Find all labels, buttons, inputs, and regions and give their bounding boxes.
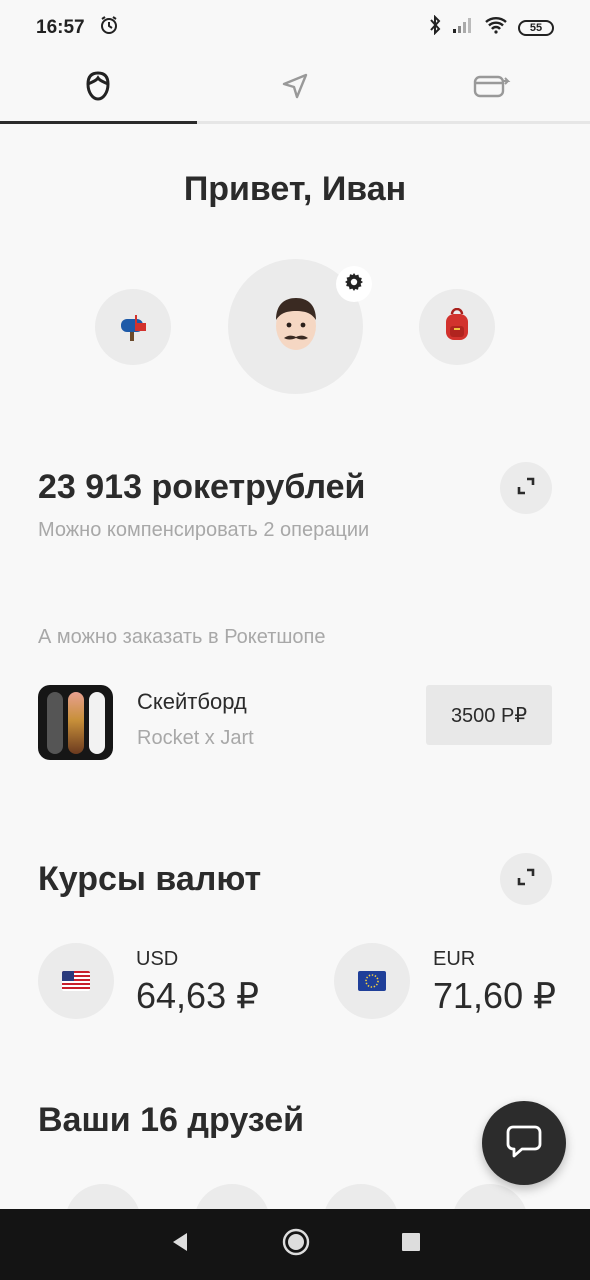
eur-value: 71,60 ₽ bbox=[433, 975, 556, 1016]
eu-flag-icon bbox=[358, 971, 386, 991]
deck-white bbox=[88, 691, 105, 754]
balance-subtitle: Можно компенсировать 2 операции bbox=[38, 519, 370, 541]
backpack-button[interactable] bbox=[419, 289, 495, 365]
eur-code: EUR bbox=[433, 948, 476, 970]
us-flag-icon bbox=[62, 971, 90, 991]
chat-bubble-icon bbox=[505, 1123, 543, 1164]
usd-value: 64,63 ₽ bbox=[136, 975, 259, 1016]
eur-flag-circle bbox=[334, 943, 410, 1019]
tab-cards[interactable] bbox=[393, 56, 590, 121]
balance-expand-button[interactable] bbox=[500, 462, 552, 514]
android-nav-bar bbox=[0, 1209, 590, 1280]
wifi-icon bbox=[484, 16, 508, 40]
usd-flag-circle bbox=[38, 943, 114, 1019]
tab-profile[interactable] bbox=[0, 56, 197, 124]
bluetooth-icon bbox=[428, 14, 442, 41]
man-face-icon bbox=[269, 294, 323, 359]
signal-icon bbox=[452, 16, 474, 40]
product-subtitle: Rocket x Jart bbox=[137, 727, 254, 749]
top-tabs bbox=[0, 56, 590, 124]
chat-button[interactable] bbox=[482, 1101, 566, 1185]
price-button[interactable]: 3500 Р₽ bbox=[426, 685, 552, 745]
deck-wood bbox=[67, 691, 84, 754]
battery-indicator: 55 bbox=[518, 20, 554, 36]
tab-send[interactable] bbox=[197, 56, 394, 121]
mailbox-button[interactable] bbox=[95, 289, 171, 365]
expand-icon bbox=[516, 476, 536, 501]
settings-button[interactable] bbox=[336, 266, 372, 302]
card-icon bbox=[473, 73, 511, 104]
face-icon bbox=[83, 70, 113, 107]
deck-dark bbox=[46, 691, 63, 754]
alarm-icon bbox=[99, 15, 119, 41]
recents-icon[interactable] bbox=[401, 1232, 421, 1257]
friends-title: Ваши 16 друзей bbox=[38, 1101, 305, 1139]
usd-code: USD bbox=[136, 948, 179, 970]
greeting-title: Привет, Иван bbox=[183, 170, 407, 208]
gear-icon bbox=[343, 271, 365, 298]
rates-expand-button[interactable] bbox=[500, 853, 552, 905]
product-image[interactable] bbox=[38, 685, 113, 760]
status-bar: 16:57 55 bbox=[0, 0, 590, 56]
mailbox-icon bbox=[115, 307, 151, 348]
shop-label: А можно заказать в Рокетшопе bbox=[38, 626, 326, 648]
status-time: 16:57 bbox=[36, 17, 85, 38]
backpack-icon bbox=[442, 307, 472, 347]
home-icon[interactable] bbox=[281, 1227, 311, 1262]
product-title[interactable]: Скейтборд bbox=[137, 689, 247, 715]
back-icon[interactable] bbox=[169, 1231, 191, 1258]
expand-icon bbox=[516, 867, 536, 892]
balance-amount: 23 913 рокетрублей bbox=[38, 468, 366, 506]
paper-plane-icon bbox=[281, 72, 309, 105]
rates-title: Курсы валют bbox=[38, 860, 262, 898]
